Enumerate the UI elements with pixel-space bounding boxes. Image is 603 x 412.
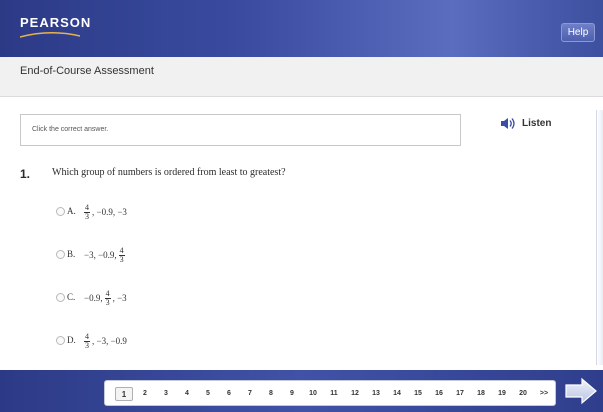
page-20[interactable]: 20 [514,387,532,401]
page-4[interactable]: 4 [178,387,196,401]
fraction-denominator: 3 [85,340,89,350]
listen-label: Listen [522,118,552,129]
page-10[interactable]: 10 [304,387,322,401]
option-text: , −3 [112,293,127,303]
fraction: 4 3 [118,246,125,264]
page-12[interactable]: 12 [346,387,364,401]
instruction-box: Click the correct answer. [20,114,461,146]
page-15[interactable]: 15 [409,387,427,401]
fraction: 4 3 [104,289,111,307]
help-button[interactable]: Help [561,23,595,42]
speaker-icon [501,118,515,129]
page-19[interactable]: 19 [493,387,511,401]
page-5[interactable]: 5 [199,387,217,401]
page-17[interactable]: 17 [451,387,469,401]
option-letter: D. [67,335,76,345]
footer-bar: 1 2 3 4 5 6 7 8 9 10 11 12 13 14 15 16 1… [0,370,603,412]
radio-button[interactable] [56,336,65,345]
page-16[interactable]: 16 [430,387,448,401]
page-2[interactable]: 2 [136,387,154,401]
page-3[interactable]: 3 [157,387,175,401]
logo-swoosh-icon [20,32,80,38]
option-content: −3, −0.9, 4 3 [83,243,126,267]
more-pages-button[interactable]: >> [535,387,553,401]
option-content: 4 3 , −3, −0.9 [83,329,128,353]
option-content: −0.9, 4 3 , −3 [83,286,128,310]
option-letter: A. [67,206,76,216]
assessment-title: End-of-Course Assessment [20,65,154,77]
option-letter: C. [67,292,76,302]
page-1[interactable]: 1 [115,387,133,401]
fraction-denominator: 3 [85,211,89,221]
fraction-denominator: 3 [119,254,124,264]
question-number: 1. [20,167,31,181]
instruction-text: Click the correct answer. [32,126,109,133]
header-bar: PEARSON Help [0,0,603,57]
page-18[interactable]: 18 [472,387,490,401]
fraction: 4 3 [84,332,90,350]
option-text: −3, −0.9, [84,250,117,260]
fraction: 4 3 [84,203,90,221]
right-arrow-icon[interactable] [564,377,598,405]
side-scroll-edge [596,110,603,365]
page-8[interactable]: 8 [262,387,280,401]
option-letter: B. [67,249,76,259]
radio-button[interactable] [56,250,65,259]
question-pager: 1 2 3 4 5 6 7 8 9 10 11 12 13 14 15 16 1… [104,380,556,406]
radio-button[interactable] [56,207,65,216]
page-14[interactable]: 14 [388,387,406,401]
listen-button[interactable]: Listen [500,117,570,139]
fraction-denominator: 3 [105,297,110,307]
option-text: , −0.9, −3 [92,207,127,217]
page-6[interactable]: 6 [220,387,238,401]
page-13[interactable]: 13 [367,387,385,401]
page-7[interactable]: 7 [241,387,259,401]
assessment-header: End-of-Course Assessment [0,57,603,97]
page-9[interactable]: 9 [283,387,301,401]
option-text: , −3, −0.9 [92,336,127,346]
option-text: −0.9, [84,293,103,303]
page-11[interactable]: 11 [325,387,343,401]
option-content: 4 3 , −0.9, −3 [83,200,128,224]
pearson-logo: PEARSON [20,15,92,30]
radio-button[interactable] [56,293,65,302]
question-text: Which group of numbers is ordered from l… [52,167,286,178]
